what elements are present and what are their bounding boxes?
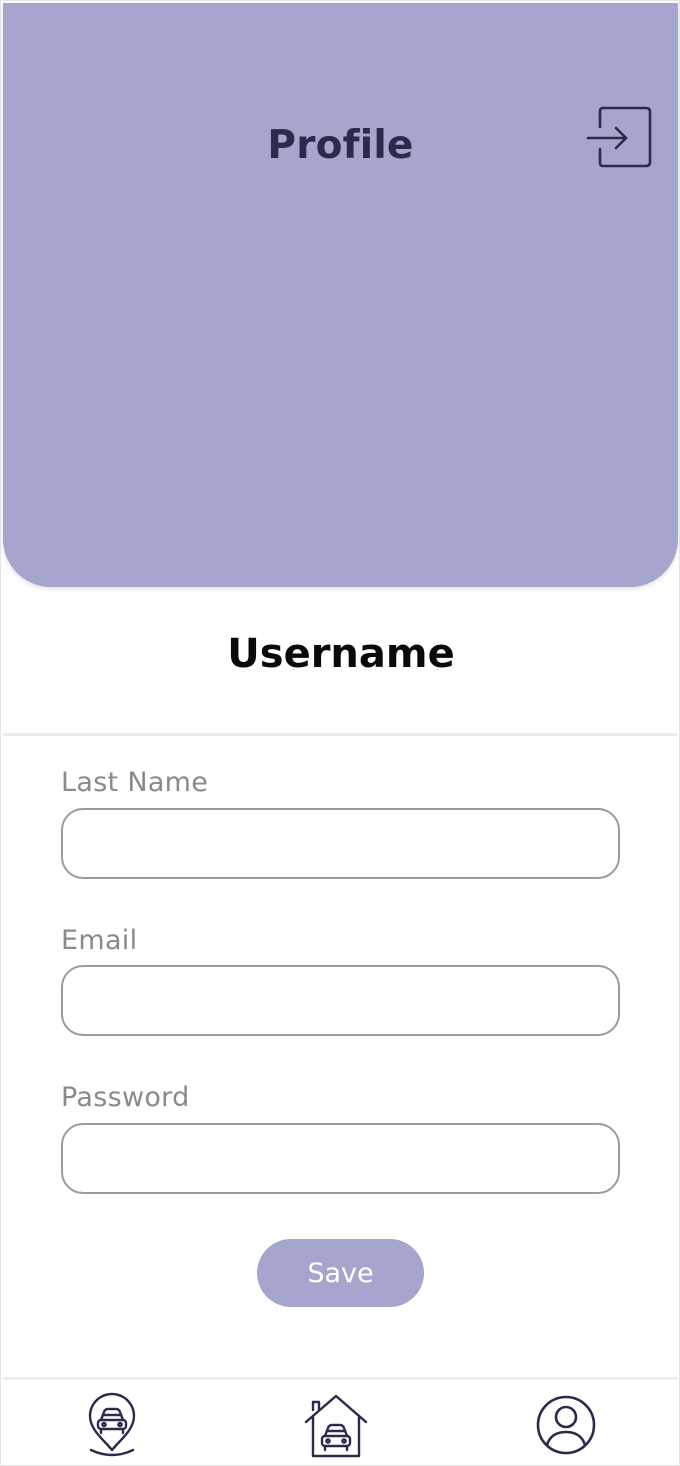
garage-car-icon — [304, 1394, 368, 1458]
nav-item-map[interactable] — [77, 1390, 147, 1460]
logout-icon — [586, 106, 652, 168]
profile-username: Username — [227, 631, 455, 677]
last-name-label: Last Name — [61, 767, 209, 798]
page-title: Profile — [267, 123, 414, 168]
save-button[interactable]: Save — [257, 1239, 424, 1307]
nav-item-profile[interactable] — [531, 1390, 601, 1460]
password-label: Password — [61, 1082, 190, 1113]
user-profile-icon — [536, 1395, 596, 1455]
email-field[interactable] — [61, 965, 620, 1036]
logout-button[interactable] — [585, 105, 653, 171]
nav-item-garage[interactable] — [301, 1390, 371, 1460]
last-name-field[interactable] — [61, 808, 620, 879]
section-divider — [3, 733, 678, 736]
password-field[interactable] — [61, 1123, 620, 1194]
email-label: Email — [61, 925, 138, 956]
profile-header: Profile — [3, 3, 678, 587]
app-screen: Profile Username Last Name Email Passwor… — [0, 0, 680, 1466]
map-pin-car-icon — [88, 1392, 136, 1457]
bottom-navigation — [3, 1377, 678, 1465]
